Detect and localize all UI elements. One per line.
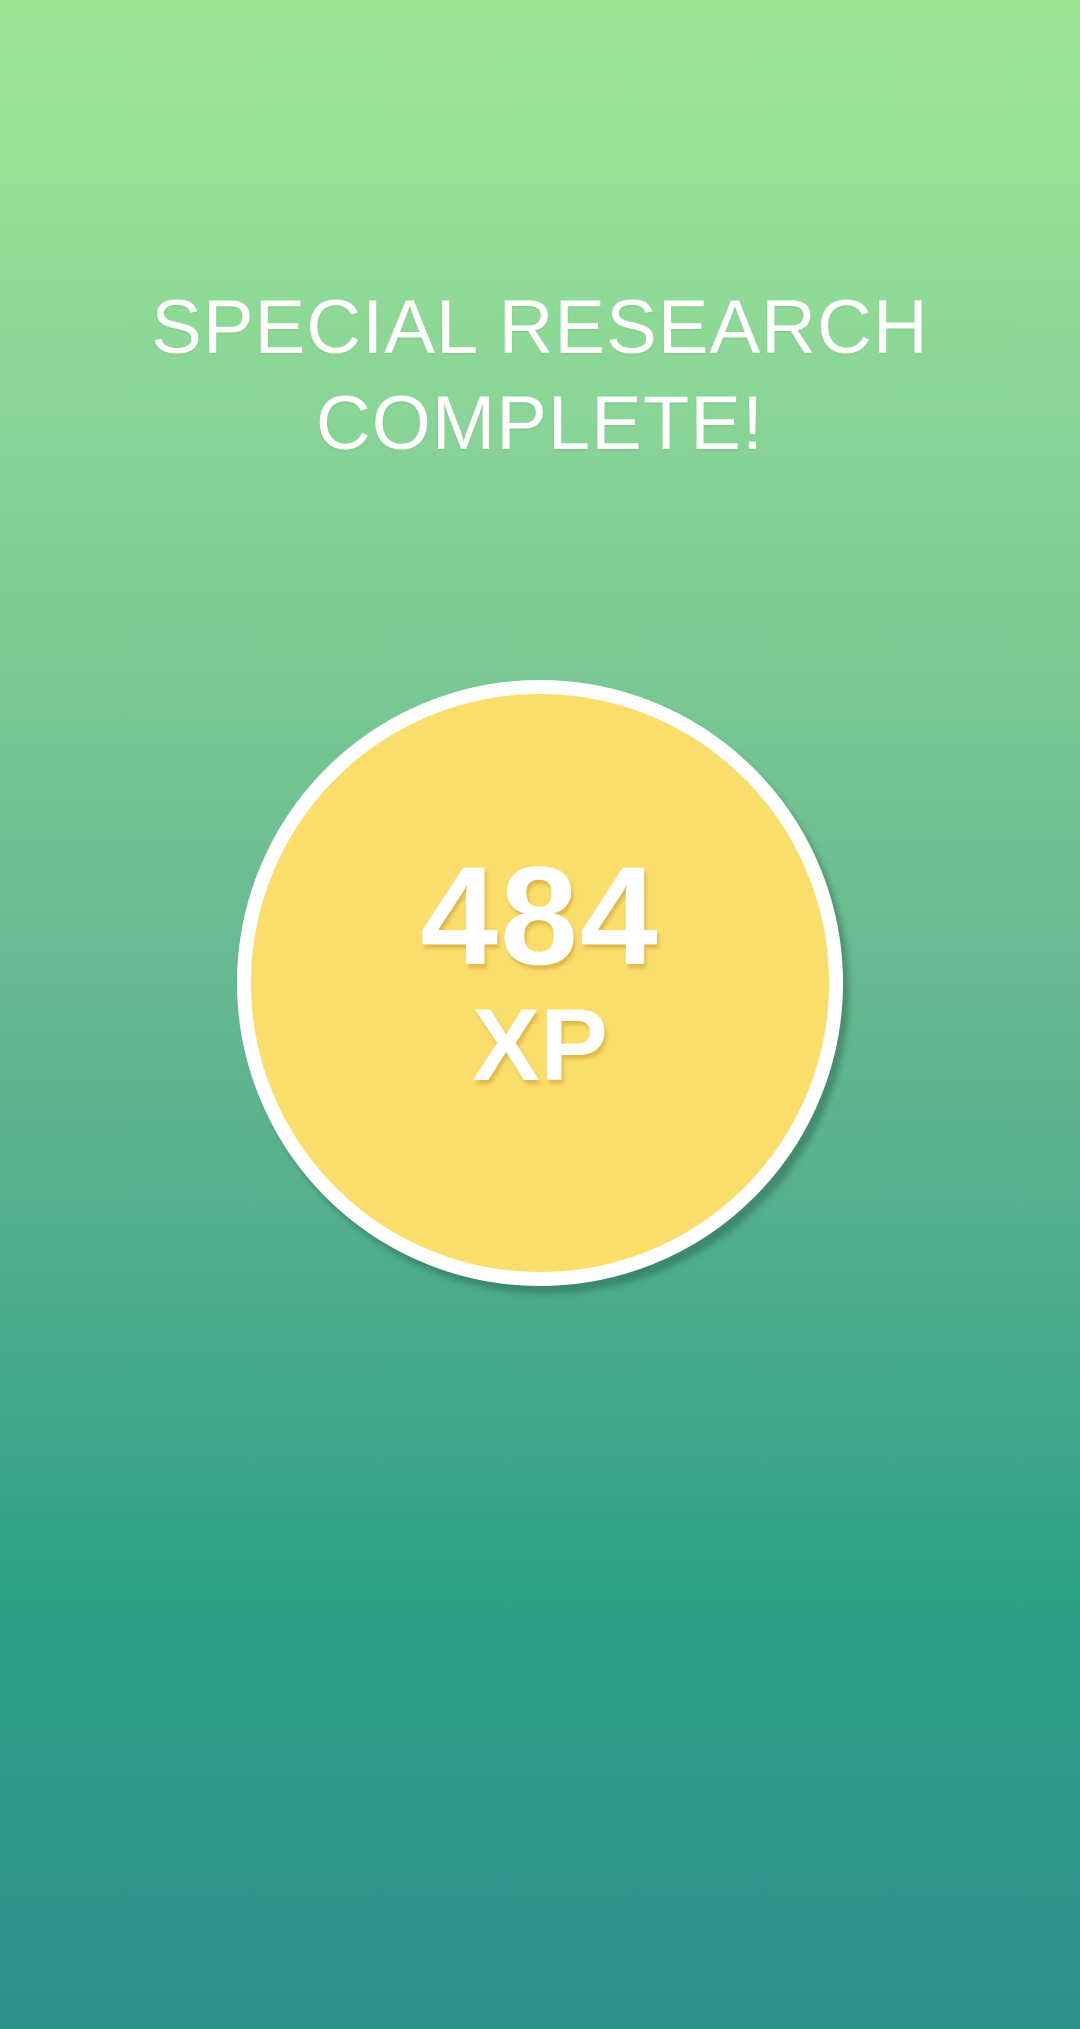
- research-complete-screen[interactable]: SPECIAL RESEARCH COMPLETE! 484 XP: [0, 0, 1080, 2029]
- xp-amount: 484: [420, 837, 660, 994]
- title-line-2: COMPLETE!: [315, 381, 765, 466]
- xp-unit-label: XP: [471, 988, 609, 1102]
- page-title: SPECIAL RESEARCH COMPLETE!: [0, 280, 1080, 472]
- title-line-1: SPECIAL RESEARCH: [151, 285, 929, 370]
- xp-reward-badge: 484 XP: [237, 680, 843, 1286]
